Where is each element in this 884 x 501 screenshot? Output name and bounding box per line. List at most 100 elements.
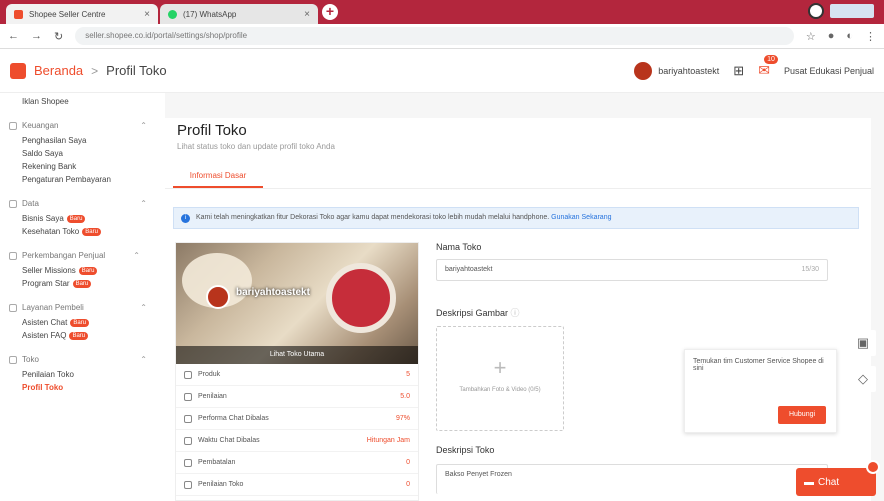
plus-icon: +	[493, 355, 507, 380]
cancel-icon	[184, 458, 192, 467]
username: bariyahtoastekt	[658, 65, 720, 76]
sidebar-item-penghasilan[interactable]: Penghasilan Saya	[22, 134, 165, 147]
window-controls	[808, 3, 874, 19]
close-tab-icon[interactable]: ×	[304, 9, 310, 20]
tab-divider	[165, 188, 871, 189]
clock-icon	[184, 436, 192, 445]
sidebar-item-penilaian-toko[interactable]: Penilaian Toko	[22, 368, 165, 381]
page-title: Profil Toko	[177, 122, 247, 139]
sidebar-item-saldo[interactable]: Saldo Saya	[22, 147, 165, 160]
sidebar-item-iklan[interactable]: Iklan Shopee	[22, 95, 165, 108]
window-control-strip[interactable]	[830, 4, 874, 18]
help-icon: ⓘ	[510, 308, 520, 318]
wallet-icon	[9, 122, 17, 130]
new-badge: Baru	[70, 318, 90, 327]
store-icon	[9, 356, 17, 364]
sidebar-item-asisten-chat[interactable]: Asisten Chat Baru	[22, 316, 165, 329]
view-shop-link[interactable]: Lihat Toko Utama	[176, 346, 418, 364]
sidebar-item-asisten-faq[interactable]: Asisten FAQ Baru	[22, 329, 165, 342]
cs-text: Temukan tim Customer Service Shopee di s…	[693, 358, 824, 372]
notification-badge: 10	[764, 55, 778, 64]
sidebar-item-bisnis[interactable]: Bisnis Saya Baru	[22, 212, 165, 225]
chat-icon: ▬	[804, 476, 814, 488]
tab-title: (17) WhatsApp	[183, 9, 237, 19]
breadcrumb-home[interactable]: Beranda	[34, 63, 83, 78]
forward-icon[interactable]: →	[31, 30, 42, 42]
sidebar-item-missions[interactable]: Seller Missions Baru	[22, 264, 165, 277]
close-tab-icon[interactable]: ×	[144, 9, 150, 20]
education-link[interactable]: Pusat Edukasi Penjual	[784, 66, 874, 76]
upload-image-box[interactable]: + Tambahkan Foto & Video (0/5)	[436, 326, 564, 431]
new-tab-button[interactable]: +	[322, 4, 338, 20]
back-icon[interactable]: ←	[8, 30, 19, 42]
shop-desc-textarea[interactable]: Bakso Penyet Frozen	[436, 464, 828, 494]
extension-icon[interactable]: ●	[828, 30, 835, 43]
preview-shop-name: bariyahtoastekt	[236, 287, 310, 298]
sidebar-section-toko: Toko ⌃ Penilaian Toko Profil Toko	[9, 355, 165, 394]
sidebar-section-keuangan: Keuangan ⌃ Penghasilan Saya Saldo Saya Re…	[9, 121, 165, 186]
chevron-up-icon[interactable]: ⌃	[140, 355, 147, 364]
sidebar-section-layanan: Layanan Pembeli ⌃ Asisten Chat Baru Asiste…	[9, 303, 165, 342]
breadcrumb-separator: >	[91, 63, 99, 78]
browser-tab-strip: Shopee Seller Centre × (17) WhatsApp × +	[0, 0, 884, 24]
stat-row: Waktu Chat Dibalas Hitungan Jam	[176, 430, 418, 452]
calendar-icon[interactable]: ▣	[850, 330, 876, 356]
sidebar-item-kesehatan[interactable]: Kesehatan Toko Baru	[22, 225, 165, 238]
sidebar-item-profil-toko[interactable]: Profil Toko	[22, 381, 165, 394]
profile-circle-icon[interactable]	[808, 3, 824, 19]
chevron-up-icon[interactable]: ⌃	[133, 251, 140, 260]
chat-bubble-icon	[184, 414, 192, 423]
user-menu[interactable]: bariyahtoastekt	[634, 61, 720, 80]
customer-service-card: Temukan tim Customer Service Shopee di s…	[684, 349, 837, 433]
shop-name-input[interactable]: bariyahtoastekt 15/30	[436, 259, 828, 281]
main-card: Profil Toko Lihat status toko dan update…	[165, 118, 871, 501]
new-badge: Baru	[82, 227, 101, 236]
chevron-up-icon[interactable]: ⌃	[140, 199, 147, 208]
sidebar: Iklan Shopee Keuangan ⌃ Penghasilan Saya …	[0, 93, 165, 501]
tab-title: Shopee Seller Centre	[29, 9, 106, 19]
growth-icon	[9, 252, 17, 260]
new-badge: Baru	[72, 279, 92, 288]
stat-row: Performa Chat Dibalas 97%	[176, 408, 418, 430]
url-input[interactable]: seller.shopee.co.id/portal/settings/shop…	[75, 27, 794, 45]
char-counter: 15/30	[801, 266, 819, 273]
image-desc-label: Deskripsi Gambar ⓘ	[436, 308, 520, 318]
profile-icon[interactable]: ◐	[846, 30, 853, 43]
chat-notification-badge	[866, 460, 880, 474]
seller-header: Beranda > Profil Toko bariyahtoastekt ⊞ …	[0, 49, 884, 93]
reload-icon[interactable]: ↻	[54, 30, 63, 43]
stat-row: Produk 5	[176, 364, 418, 386]
shopee-favicon-icon	[14, 9, 23, 19]
tab-informasi-dasar[interactable]: Informasi Dasar	[173, 166, 263, 188]
diamond-icon[interactable]: ◇	[850, 366, 876, 392]
sidebar-item-rekening[interactable]: Rekening Bank	[22, 160, 165, 173]
tab-whatsapp[interactable]: (17) WhatsApp ×	[160, 4, 318, 24]
menu-icon[interactable]: ⋮	[865, 30, 876, 43]
chevron-up-icon[interactable]: ⌃	[140, 121, 147, 130]
shop-avatar	[206, 285, 230, 309]
breadcrumb-current: Profil Toko	[106, 63, 167, 78]
address-bar: ← → ↻ seller.shopee.co.id/portal/setting…	[0, 24, 884, 49]
sidebar-item-star[interactable]: Program Star Baru	[22, 277, 165, 290]
star-icon[interactable]: ☆	[806, 30, 816, 43]
sidebar-section-data: Data ⌃ Bisnis Saya Baru Kesehatan Toko Baru	[9, 199, 165, 238]
sidebar-item-pengaturan-pembayaran[interactable]: Pengaturan Pembayaran	[22, 173, 165, 186]
shopee-logo-icon[interactable]	[10, 62, 26, 79]
notice-link[interactable]: Gunakan Sekarang	[551, 214, 611, 221]
contact-cs-button[interactable]: Hubungi	[778, 406, 826, 424]
chat-button[interactable]: ▬ Chat	[796, 460, 880, 496]
cover-photo-shape	[326, 263, 396, 333]
tab-shopee-seller[interactable]: Shopee Seller Centre ×	[6, 4, 158, 24]
info-icon: i	[181, 214, 190, 223]
chevron-up-icon[interactable]: ⌃	[140, 303, 147, 312]
box-icon	[184, 370, 192, 379]
apps-grid-icon[interactable]: ⊞	[733, 63, 744, 79]
stat-row: Penilaian 5.0	[176, 386, 418, 408]
rating-icon	[184, 480, 192, 489]
stat-row: Penilaian Toko 0	[176, 474, 418, 496]
shop-name-label: Nama Toko	[436, 242, 482, 252]
sidebar-section-perkembangan: Perkembangan Penjual ⌃ Seller Missions Bar…	[9, 251, 165, 290]
avatar	[634, 61, 653, 80]
chat-icon[interactable]: ✉ 10	[758, 55, 778, 79]
shop-desc-label: Deskripsi Toko	[436, 445, 495, 455]
